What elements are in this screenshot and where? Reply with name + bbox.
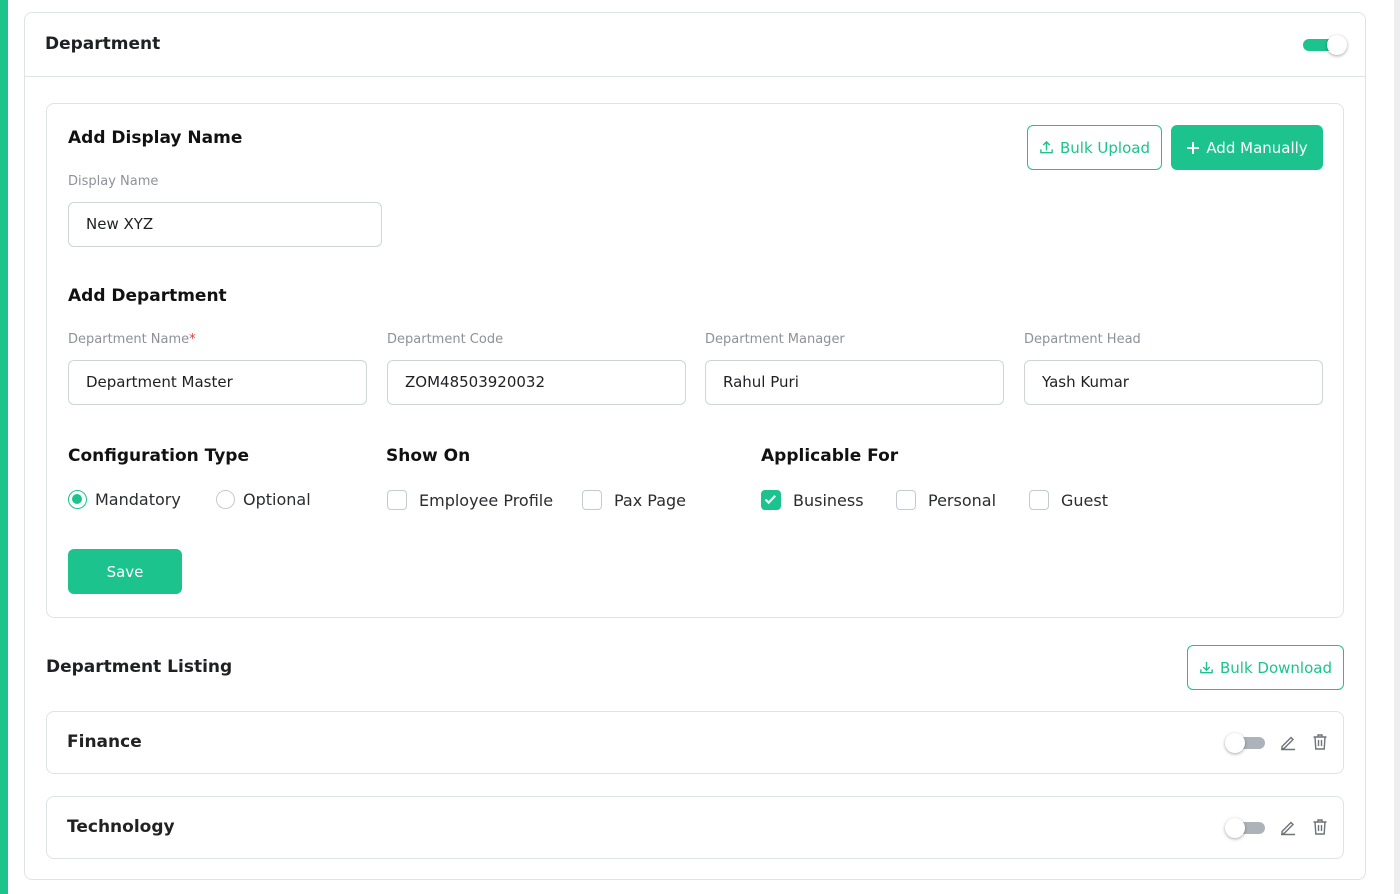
bulk-download-label: Bulk Download (1220, 658, 1332, 677)
checkbox-business-label: Business (793, 490, 864, 510)
configuration-type-heading: Configuration Type (68, 446, 249, 466)
save-button[interactable]: Save (68, 549, 182, 594)
row-actions (1225, 731, 1329, 753)
row-toggle[interactable] (1225, 816, 1265, 838)
add-department-heading: Add Department (68, 286, 227, 306)
checkbox-employee-profile[interactable]: Employee Profile (387, 490, 553, 510)
department-panel-header: Department (25, 13, 1365, 77)
check-icon (764, 494, 777, 505)
radio-mandatory-label: Mandatory (95, 490, 181, 509)
checkbox-business-box (761, 490, 781, 510)
plus-icon (1187, 141, 1200, 154)
scrollbar-track[interactable] (1394, 0, 1400, 894)
bulk-download-button[interactable]: Bulk Download (1187, 645, 1344, 690)
department-title: Department (45, 34, 161, 54)
department-row-name: Finance (67, 732, 142, 752)
radio-optional-indicator (216, 490, 235, 509)
department-head-input[interactable]: Yash Kumar (1024, 360, 1323, 405)
trash-icon[interactable] (1311, 816, 1329, 838)
display-name-input[interactable]: New XYZ (68, 202, 382, 247)
checkbox-personal-label: Personal (928, 490, 997, 510)
save-label: Save (106, 562, 144, 581)
add-display-name-heading: Add Display Name (68, 128, 243, 148)
checkbox-business[interactable]: Business (761, 490, 864, 510)
radio-mandatory-indicator (68, 490, 87, 509)
required-mark: * (189, 332, 196, 347)
checkbox-pax-page[interactable]: Pax Page (582, 490, 686, 510)
radio-optional-label: Optional (243, 490, 311, 509)
add-department-card: Add Display Name Display Name New XYZ Bu… (46, 103, 1344, 618)
checkbox-employee-profile-label: Employee Profile (419, 490, 554, 510)
department-code-input[interactable]: ZOM48503920032 (387, 360, 686, 405)
checkbox-employee-profile-box (387, 490, 407, 510)
row-toggle[interactable] (1225, 731, 1265, 753)
trash-icon[interactable] (1311, 731, 1329, 753)
department-manager-label: Department Manager (705, 332, 845, 347)
pencil-icon[interactable] (1279, 731, 1297, 753)
display-name-label: Display Name (68, 174, 159, 189)
toggle-knob (1327, 35, 1347, 55)
bulk-upload-label: Bulk Upload (1060, 138, 1150, 157)
left-accent-bar (0, 0, 8, 894)
department-name-label: Department Name* (68, 332, 196, 347)
radio-optional[interactable]: Optional (216, 490, 311, 509)
department-row-name: Technology (67, 817, 175, 837)
row-actions (1225, 816, 1329, 838)
department-listing-heading: Department Listing (46, 657, 233, 677)
add-manually-label: Add Manually (1206, 138, 1308, 157)
checkbox-personal-box (896, 490, 916, 510)
checkbox-guest-label: Guest (1061, 490, 1108, 510)
checkbox-guest[interactable]: Guest (1029, 490, 1108, 510)
show-on-heading: Show On (386, 446, 471, 466)
checkbox-pax-page-box (582, 490, 602, 510)
department-head-label: Department Head (1024, 332, 1141, 347)
department-code-label: Department Code (387, 332, 504, 347)
upload-icon (1040, 140, 1053, 154)
applicable-for-heading: Applicable For (761, 446, 899, 466)
download-icon (1200, 661, 1213, 674)
department-name-label-text: Department Name (68, 332, 190, 347)
checkbox-guest-box (1029, 490, 1049, 510)
toggle-knob (1225, 818, 1245, 838)
department-toggle[interactable] (1303, 33, 1349, 55)
radio-mandatory[interactable]: Mandatory (68, 490, 181, 509)
department-name-input[interactable]: Department Master (68, 360, 367, 405)
department-row-technology: Technology (46, 796, 1344, 859)
toggle-knob (1225, 733, 1245, 753)
checkbox-personal[interactable]: Personal (896, 490, 996, 510)
bulk-upload-button[interactable]: Bulk Upload (1027, 125, 1162, 170)
pencil-icon[interactable] (1279, 816, 1297, 838)
add-manually-button[interactable]: Add Manually (1171, 125, 1323, 170)
department-row-finance: Finance (46, 711, 1344, 774)
department-panel: Department Add Display Name Display Name… (24, 12, 1366, 880)
department-manager-input[interactable]: Rahul Puri (705, 360, 1004, 405)
checkbox-pax-page-label: Pax Page (614, 490, 687, 510)
